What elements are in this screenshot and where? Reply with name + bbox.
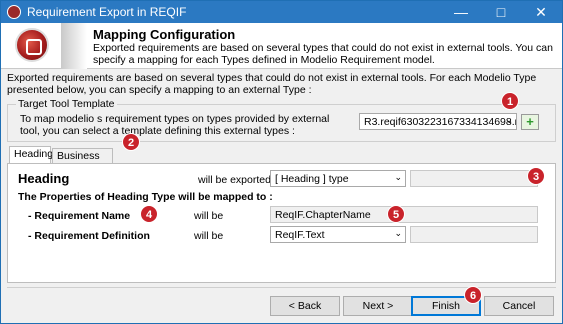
group-label: Target Tool Template xyxy=(16,98,117,110)
type-select[interactable]: [ Heading ] type ⌄ xyxy=(270,170,406,187)
requirement-export-window: Requirement Export in REQIF — □ ✕ Mappin… xyxy=(0,0,563,324)
cancel-button[interactable]: Cancel xyxy=(484,296,554,316)
page-title: Mapping Configuration xyxy=(93,27,236,42)
header-decoration xyxy=(61,23,87,69)
modelio-wizard-icon xyxy=(15,28,49,62)
group-description: To map modelio s requirement types on ty… xyxy=(20,113,330,137)
callout-badge-5: 5 xyxy=(387,205,405,223)
callout-badge-4: 4 xyxy=(140,205,158,223)
close-button[interactable]: ✕ xyxy=(521,1,561,23)
template-select[interactable]: R3.reqif6303223167334134698.reqif ⌄ xyxy=(359,113,517,130)
tab-label: Heading xyxy=(14,148,54,160)
tab-heading[interactable]: Heading xyxy=(9,146,54,164)
add-icon[interactable]: + xyxy=(521,114,539,130)
callout-badge-2: 2 xyxy=(122,133,140,151)
mapping-panel: Heading will be exported as [ Heading ] … xyxy=(7,163,556,283)
window-title: Requirement Export in REQIF xyxy=(27,5,187,19)
callout-badge-3: 3 xyxy=(527,167,545,185)
will-be-label: will be xyxy=(194,230,224,242)
type-detail-field xyxy=(410,170,538,187)
requirement-definition-value: ReqIF.Text xyxy=(275,229,325,241)
title-bar: Requirement Export in REQIF — □ ✕ xyxy=(1,1,562,23)
maximize-button[interactable]: □ xyxy=(481,1,521,23)
callout-badge-1: 1 xyxy=(501,92,519,110)
properties-label: The Properties of Heading Type will be m… xyxy=(18,191,273,203)
tab-business-case[interactable]: Business Case xyxy=(52,148,113,174)
wizard-header: Mapping Configuration Exported requireme… xyxy=(1,23,562,69)
chevron-down-icon: ⌄ xyxy=(505,115,513,125)
next-button[interactable]: Next > xyxy=(343,296,413,316)
minimize-button[interactable]: — xyxy=(441,1,481,23)
chevron-down-icon: ⌄ xyxy=(394,228,402,238)
requirement-definition-label: - Requirement Definition xyxy=(28,230,150,242)
type-heading: Heading xyxy=(18,171,70,186)
requirement-definition-select[interactable]: ReqIF.Text ⌄ xyxy=(270,226,406,243)
template-select-value: R3.reqif6303223167334134698.reqif xyxy=(364,116,516,128)
intro-text: Exported requirements are based on sever… xyxy=(7,72,537,96)
chevron-down-icon: ⌄ xyxy=(394,172,402,182)
page-description: Exported requirements are based on sever… xyxy=(93,42,553,66)
back-button[interactable]: < Back xyxy=(270,296,340,316)
will-be-label: will be xyxy=(194,210,224,222)
requirement-name-label: - Requirement Name xyxy=(28,210,131,222)
definition-detail-field xyxy=(410,226,538,243)
callout-badge-6: 6 xyxy=(464,286,482,304)
type-select-value: [ Heading ] type xyxy=(275,173,349,185)
app-icon xyxy=(7,5,21,19)
